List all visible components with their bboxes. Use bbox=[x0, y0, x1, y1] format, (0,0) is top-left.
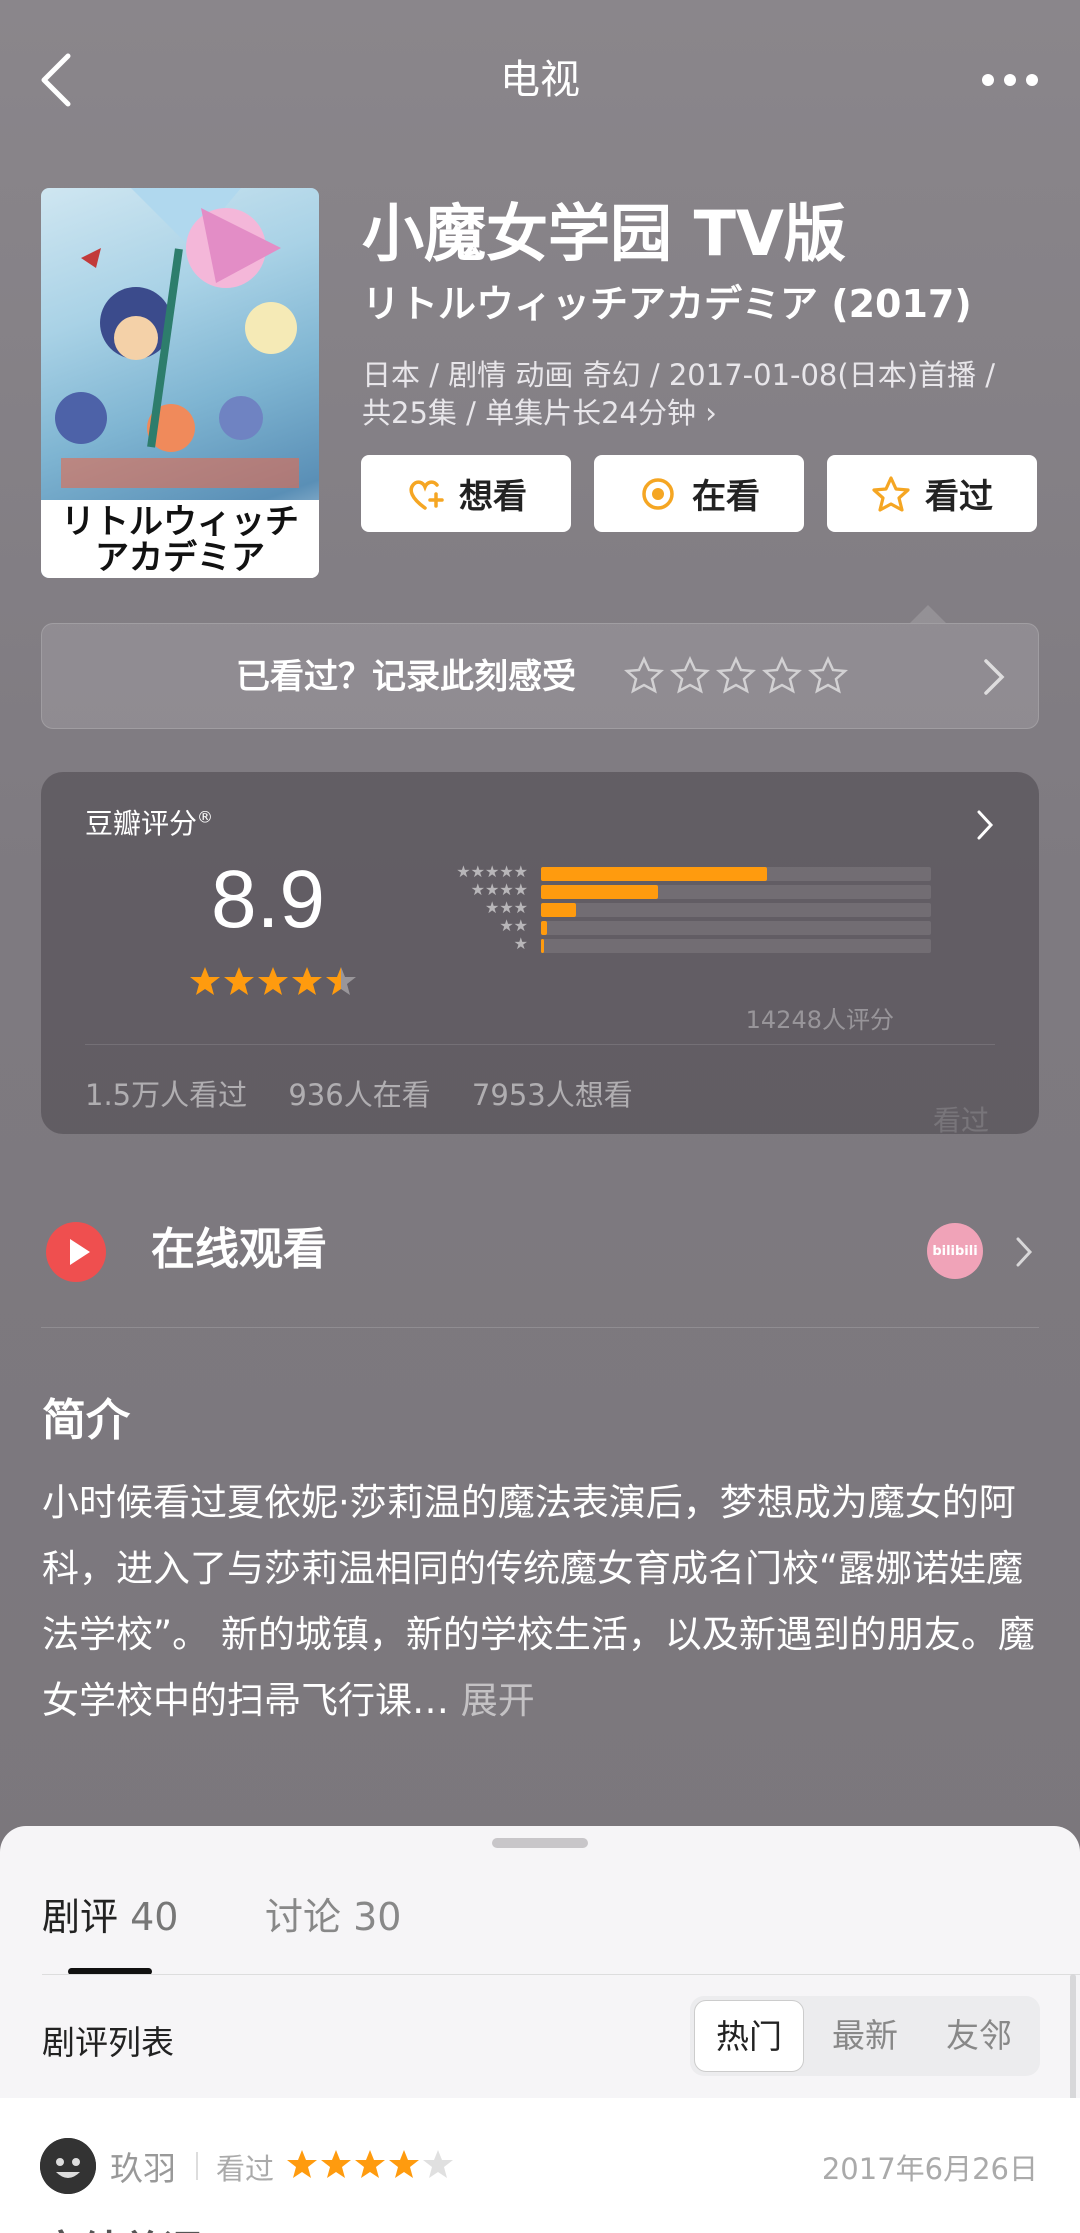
review-title: 完结总评 bbox=[42, 2218, 202, 2233]
divider bbox=[42, 1974, 1080, 1975]
want-button[interactable]: 想看 bbox=[361, 455, 571, 532]
distribution-star-label: ★★★★ bbox=[470, 880, 528, 899]
divider bbox=[85, 1044, 995, 1045]
distribution-fill bbox=[541, 921, 547, 935]
intro-text: 小时候看过夏依妮·莎莉温的魔法表演后，梦想成为魔女的阿科，进入了与莎莉温相同的传… bbox=[42, 1481, 1035, 1722]
distribution-track bbox=[541, 939, 931, 953]
sort-hot[interactable]: 热门 bbox=[694, 2000, 804, 2072]
avatar[interactable] bbox=[40, 2138, 96, 2194]
page-title: 电视 bbox=[500, 57, 580, 103]
star-outline-icon[interactable] bbox=[624, 655, 664, 695]
tab-discussions[interactable]: 讨论 30 bbox=[265, 1886, 401, 1941]
star-outline-icon[interactable] bbox=[716, 655, 756, 695]
poster-art-icon bbox=[55, 188, 299, 488]
star-icon bbox=[326, 967, 356, 995]
star-icon bbox=[224, 967, 254, 995]
poster-caption: リトルウィッチ アカデミア bbox=[41, 500, 319, 578]
watched-ghost-label: 看过 bbox=[932, 1104, 989, 1137]
distribution-star-label: ★★ bbox=[499, 916, 528, 935]
distribution-track bbox=[541, 885, 931, 899]
sheet-drag-handle[interactable] bbox=[492, 1838, 588, 1848]
checkin-pointer bbox=[910, 605, 946, 623]
distribution-fill bbox=[541, 885, 658, 899]
review-stars bbox=[286, 2148, 454, 2180]
distribution-track bbox=[541, 921, 931, 935]
rate-prompt-bar[interactable]: 已看过？记录此刻感受 bbox=[41, 623, 1039, 729]
movie-title: 小魔女学园 TV版 bbox=[362, 197, 846, 270]
rate-stars[interactable] bbox=[624, 655, 848, 695]
more-dots-icon bbox=[982, 74, 994, 86]
rating-distribution-row: ★★★★ bbox=[386, 880, 936, 899]
tab-reviews[interactable]: 剧评 40 bbox=[42, 1886, 178, 1941]
movie-original-title: リトルウィッチアカデミア (2017) bbox=[362, 282, 972, 326]
expand-link[interactable]: 展开 bbox=[461, 1679, 535, 1722]
top-bar: 电视 bbox=[0, 30, 1080, 130]
rating-distribution-row: ★ bbox=[386, 934, 936, 953]
movie-meta[interactable]: 日本 / 剧情 动画 奇幻 / 2017-01-08(日本)首播 / 共25集 … bbox=[362, 356, 1042, 432]
watching-button[interactable]: 在看 bbox=[594, 455, 804, 532]
review-item[interactable]: 玖羽 看过 2017年6月26日 完结总评 bbox=[0, 2098, 1080, 2233]
sort-segmented-control: 热门 最新 友邻 bbox=[690, 1996, 1040, 2076]
review-date: 2017年6月26日 bbox=[821, 2152, 1038, 2186]
star-icon bbox=[292, 967, 322, 995]
online-watch-row[interactable]: 在线观看 bilibili bbox=[41, 1196, 1039, 1328]
star-icon bbox=[423, 2150, 453, 2178]
distribution-track bbox=[541, 903, 931, 917]
distribution-track bbox=[541, 867, 931, 881]
distribution-fill bbox=[541, 867, 768, 881]
rating-stars bbox=[189, 965, 357, 997]
target-icon bbox=[642, 477, 674, 510]
star-icon bbox=[321, 2150, 351, 2178]
movie-poster[interactable]: リトルウィッチ アカデミア bbox=[41, 188, 319, 578]
star-outline-icon[interactable] bbox=[670, 655, 710, 695]
star-icon bbox=[287, 2150, 317, 2178]
reviewer-name[interactable]: 玖羽 bbox=[110, 2142, 176, 2190]
star-outline-icon[interactable] bbox=[808, 655, 848, 695]
star-outline-icon[interactable] bbox=[762, 655, 802, 695]
star-icon bbox=[355, 2150, 385, 2178]
star-icon bbox=[190, 967, 220, 995]
review-list-label: 剧评列表 bbox=[42, 2023, 174, 2062]
rating-count: 14248人评分 bbox=[745, 1006, 894, 1034]
review-status: 看过 bbox=[216, 2152, 275, 2186]
distribution-star-label: ★ bbox=[513, 934, 528, 953]
distribution-star-label: ★★★ bbox=[484, 898, 528, 917]
distribution-star-label: ★★★★★ bbox=[456, 862, 528, 881]
avatar-face-icon bbox=[40, 2138, 96, 2194]
chevron-right-icon bbox=[977, 810, 994, 840]
rating-distribution-row: ★★★★★ bbox=[386, 862, 936, 881]
star-icon bbox=[389, 2150, 419, 2178]
more-button[interactable] bbox=[970, 50, 1050, 110]
divider bbox=[196, 2152, 198, 2180]
play-icon bbox=[46, 1222, 106, 1282]
reviews-sheet: 剧评 40 讨论 30 剧评列表 热门 最新 友邻 玖羽 看过 2017年6月2… bbox=[0, 1826, 1080, 2233]
intro-heading: 简介 bbox=[42, 1395, 130, 1446]
bilibili-icon: bilibili bbox=[927, 1223, 983, 1279]
distribution-fill bbox=[541, 939, 545, 953]
sort-latest[interactable]: 最新 bbox=[808, 1996, 922, 2076]
douban-rating-card[interactable]: 豆瓣评分® 8.9 ★★★★★ ★★★★ ★★★ ★★ ★ 14248人评分 1.5万人… bbox=[41, 772, 1039, 1137]
chevron-right-icon bbox=[1016, 1237, 1033, 1267]
sort-friends[interactable]: 友邻 bbox=[922, 1996, 1036, 2076]
heart-plus-icon bbox=[409, 479, 444, 510]
online-watch-title: 在线观看 bbox=[151, 1224, 327, 1275]
rating-distribution-row: ★★★ bbox=[386, 898, 936, 917]
rating-stats: 1.5万人看过 936人在看 7953人想看 bbox=[85, 1078, 633, 1112]
chevron-right-icon bbox=[984, 659, 1005, 695]
star-icon bbox=[258, 967, 288, 995]
watched-button[interactable]: 看过 bbox=[827, 455, 1037, 532]
distribution-fill bbox=[541, 903, 577, 917]
rating-distribution-row: ★★ bbox=[386, 916, 936, 935]
star-outline-icon bbox=[872, 475, 910, 512]
rate-prompt-text: 已看过？记录此刻感受 bbox=[236, 657, 576, 697]
rating-score: 8.9 bbox=[211, 854, 325, 945]
rating-label: 豆瓣评分® bbox=[85, 807, 214, 840]
